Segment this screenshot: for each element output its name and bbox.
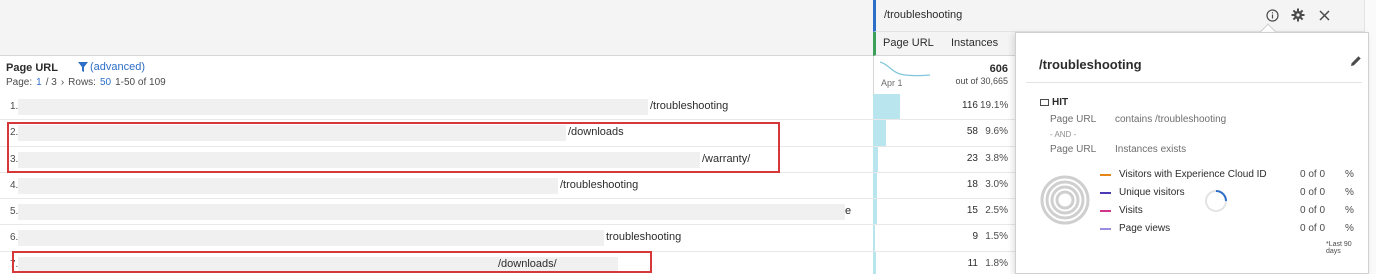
row-percent: 3.8% bbox=[985, 152, 1008, 164]
highlight-box bbox=[7, 122, 780, 173]
sparkline-date: Apr 1 bbox=[881, 78, 903, 88]
legend-swatch bbox=[1100, 173, 1111, 176]
row-range: 1-50 of 109 bbox=[115, 77, 166, 88]
row-bar bbox=[873, 251, 876, 274]
row-url[interactable]: /troubleshooting bbox=[560, 179, 638, 191]
metric-percent: % bbox=[1345, 169, 1354, 180]
redacted-block bbox=[18, 177, 558, 194]
page-current[interactable]: 1 bbox=[36, 77, 42, 88]
row-percent: 2.5% bbox=[985, 205, 1008, 217]
row-value: 9 bbox=[972, 231, 978, 243]
table-row[interactable]: 5. e 15 2.5% bbox=[0, 199, 1015, 226]
row-value: 11 bbox=[967, 257, 978, 269]
row-value: 18 bbox=[966, 178, 978, 190]
info-icon[interactable] bbox=[1263, 6, 1281, 24]
metric-percent: % bbox=[1345, 187, 1354, 198]
segment-header[interactable]: /troubleshooting bbox=[873, 0, 1373, 32]
filter-icon bbox=[78, 62, 88, 72]
row-percent: 9.6% bbox=[985, 126, 1008, 138]
redacted-block bbox=[18, 99, 648, 115]
metric-row: Visitors with Experience Cloud ID 0 of 0… bbox=[1100, 169, 1360, 180]
metric-percent: % bbox=[1345, 205, 1354, 216]
column-page-url[interactable]: Page URL bbox=[883, 37, 934, 49]
rule-row: Page URL contains /troubleshooting bbox=[1050, 114, 1226, 125]
dimension-label[interactable]: Page URL bbox=[6, 62, 58, 74]
popover-divider bbox=[1026, 82, 1362, 83]
row-url[interactable]: /troubleshooting bbox=[650, 100, 728, 112]
metric-value: 0 of 0 bbox=[1300, 223, 1326, 234]
row-url[interactable]: troubleshooting bbox=[606, 231, 681, 243]
sparkline bbox=[880, 61, 931, 77]
legend-swatch bbox=[1100, 209, 1111, 212]
donut-chart bbox=[1040, 175, 1090, 225]
row-bar bbox=[873, 146, 878, 172]
metric-row: Page views 0 of 0 % bbox=[1100, 223, 1360, 234]
pagination: Page: 1 / 3 › Rows: 50 1-50 of 109 bbox=[6, 77, 166, 88]
row-percent: 3.0% bbox=[985, 178, 1008, 190]
row-bar bbox=[873, 172, 877, 199]
highlight-box bbox=[12, 251, 652, 273]
metric-row: Visits 0 of 0 % bbox=[1100, 205, 1360, 216]
metric-row: Unique visitors 0 of 0 % bbox=[1100, 187, 1360, 198]
metric-value: 0 of 0 bbox=[1300, 169, 1326, 180]
segment-actions bbox=[1263, 6, 1333, 24]
row-bar bbox=[873, 94, 900, 120]
close-icon[interactable] bbox=[1315, 6, 1333, 24]
segment-popover: /troubleshooting HIT Page URL contains /… bbox=[1015, 32, 1369, 274]
row-bar bbox=[873, 225, 875, 251]
rows-label: Rows: bbox=[68, 77, 96, 88]
legend-swatch bbox=[1100, 191, 1111, 194]
row-value: 58 bbox=[966, 126, 978, 138]
container-icon bbox=[1040, 99, 1049, 106]
table-row[interactable]: 1. /troubleshooting 116 19.1% bbox=[0, 94, 1015, 121]
rows-per-page[interactable]: 50 bbox=[100, 77, 111, 88]
rule-dimension: Page URL bbox=[1050, 114, 1097, 125]
row-percent: 1.8% bbox=[985, 257, 1008, 269]
row-value: 15 bbox=[966, 205, 978, 217]
and-label: - AND - bbox=[1050, 130, 1077, 139]
column-instances[interactable]: Instances bbox=[951, 37, 998, 49]
row-value: 116 bbox=[962, 100, 978, 111]
advanced-filter[interactable]: (advanced) bbox=[78, 61, 145, 73]
next-page-icon[interactable]: › bbox=[61, 77, 64, 88]
page-total: / 3 bbox=[45, 77, 57, 88]
row-percent: 1.5% bbox=[985, 231, 1008, 243]
pencil-icon[interactable] bbox=[1350, 55, 1362, 70]
metric-value: 0 of 0 bbox=[1300, 205, 1326, 216]
rule-row: Page URL Instances exists bbox=[1050, 144, 1186, 155]
redacted-block bbox=[18, 230, 604, 247]
legend-swatch bbox=[1100, 227, 1111, 230]
rule-dimension: Page URL bbox=[1050, 144, 1097, 155]
filter-label[interactable]: (advanced) bbox=[90, 61, 145, 73]
table-body: 1. /troubleshooting 116 19.1% 2. /downlo… bbox=[0, 94, 1015, 274]
metric-value: 0 of 0 bbox=[1300, 187, 1326, 198]
table-row[interactable]: 4. /troubleshooting 18 3.0% bbox=[0, 172, 1015, 200]
rule-condition: Instances exists bbox=[1115, 144, 1187, 155]
summary-out-of: out of 30,665 bbox=[955, 76, 1008, 86]
row-bar bbox=[873, 120, 886, 146]
footnote: *Last 90 days bbox=[1326, 241, 1352, 255]
row-percent: 19.1% bbox=[980, 100, 1009, 111]
rule-condition: contains /troubleshooting bbox=[1115, 114, 1227, 125]
segment-title[interactable]: /troubleshooting bbox=[884, 9, 962, 21]
table-row[interactable]: 6. troubleshooting 9 1.5% bbox=[0, 225, 1015, 252]
row-url[interactable]: e bbox=[845, 205, 851, 217]
container-label: HIT bbox=[1040, 97, 1068, 108]
popover-title: /troubleshooting bbox=[1039, 57, 1142, 72]
metric-percent: % bbox=[1345, 223, 1354, 234]
page-label: Page: bbox=[6, 77, 33, 88]
row-value: 23 bbox=[966, 152, 978, 164]
container-name: HIT bbox=[1052, 97, 1069, 108]
summary-total: 606 bbox=[989, 63, 1008, 75]
table-header-band bbox=[0, 0, 873, 56]
redacted-block bbox=[18, 204, 845, 221]
row-bar bbox=[873, 199, 877, 225]
gear-icon[interactable] bbox=[1289, 6, 1307, 24]
